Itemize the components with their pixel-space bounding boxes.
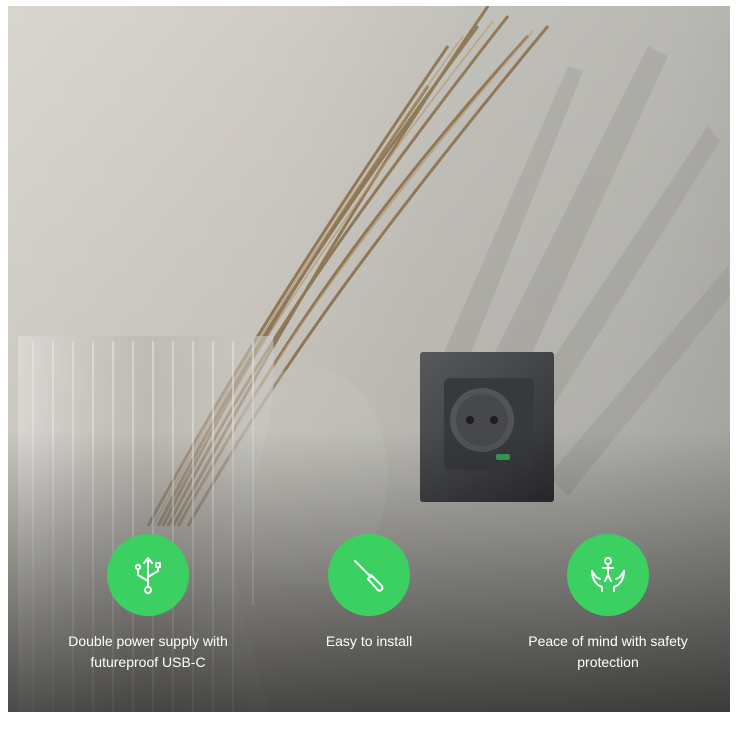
- product-banner: Double power supply with futureproof USB…: [8, 6, 730, 712]
- feature-usb: Double power supply with futureproof USB…: [28, 534, 268, 673]
- feature-usb-label: Double power supply with futureproof USB…: [68, 633, 228, 670]
- feature-install-label: Easy to install: [325, 633, 413, 649]
- feature-safety-label: Peace of mind with safety protection: [528, 633, 688, 670]
- hands-protect-icon: [567, 534, 649, 616]
- feature-safety: Peace of mind with safety protection: [488, 534, 728, 673]
- feature-install: Easy to install: [249, 534, 489, 652]
- screwdriver-icon: [328, 534, 410, 616]
- usb-icon: [107, 534, 189, 616]
- feature-list: Double power supply with futureproof USB…: [8, 534, 730, 674]
